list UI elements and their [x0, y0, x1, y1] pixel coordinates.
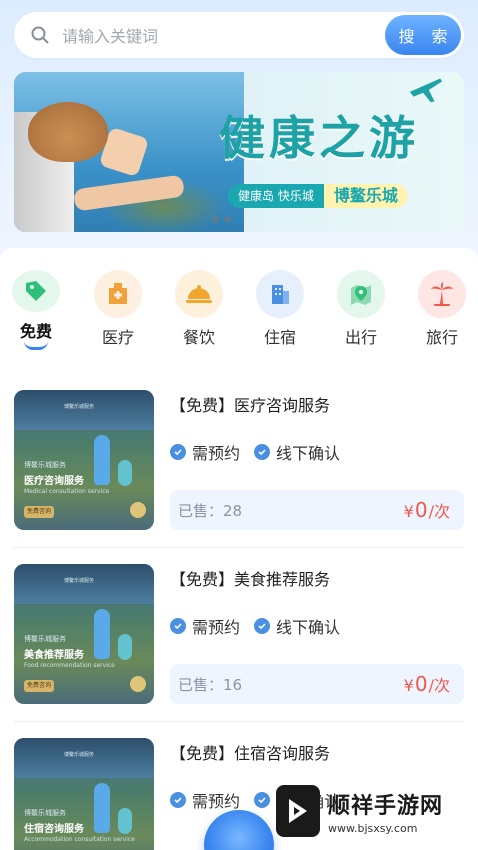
food-cloche-icon	[175, 270, 223, 318]
watermark: 顺祥手游网 www.bjsxsy.com	[276, 785, 443, 837]
sold-count: 已售：16	[178, 675, 243, 694]
banner-title: 健康之游	[219, 111, 419, 165]
tag-label: 线下确认	[276, 444, 341, 463]
service-name: 【免费】住宿咨询服务	[170, 744, 331, 763]
tag-appointment: 需预约	[170, 788, 240, 812]
category-medical[interactable]: 医疗	[83, 270, 153, 350]
tag-label: 线下确认	[276, 618, 341, 637]
divider	[14, 721, 464, 722]
tag-label: 需预约	[192, 792, 241, 811]
divider	[14, 547, 464, 548]
service-thumbnail: 博鳌乐城服务 博鳌乐城服务 美食推荐服务 Food recommendation…	[14, 564, 154, 704]
watermark-url: www.bjsxsy.com	[328, 821, 418, 835]
sale-bar: 已售：28 ¥0/次	[170, 490, 464, 530]
category-label: 餐饮	[182, 328, 215, 347]
category-dining[interactable]: 餐饮	[164, 270, 234, 350]
thumb-caption-en: Medical consultation service	[24, 488, 110, 495]
category-lodging[interactable]: 住宿	[245, 270, 315, 350]
tag-appointment: 需预约	[170, 440, 240, 464]
service-info: 【免费】美食推荐服务 需预约 线下确认 已售：16 ¥0/次	[170, 564, 464, 704]
check-icon	[170, 792, 186, 808]
search-button[interactable]: 搜 索	[385, 15, 461, 55]
category-label: 医疗	[101, 328, 134, 347]
thumb-caption-title: 医疗咨询服务	[24, 476, 84, 487]
banner-tagline: 健康岛 快乐城 博鳌乐城	[228, 184, 408, 208]
category-tourism[interactable]: 旅行	[407, 270, 477, 350]
banner-pagination[interactable]	[212, 216, 231, 223]
service-name: 【免费】医疗咨询服务	[170, 396, 331, 415]
promo-banner[interactable]: 健康之游 健康岛 快乐城 博鳌乐城	[14, 72, 464, 232]
banner-tag-left: 健康岛 快乐城	[228, 184, 324, 208]
check-icon	[254, 792, 271, 808]
tag-appointment: 需预约	[170, 614, 240, 638]
watermark-brand: 顺祥手游网	[328, 793, 444, 819]
tag-label: 需预约	[192, 444, 241, 463]
check-icon	[170, 618, 186, 634]
category-nav: 免费 医疗 餐饮 住宿 出行 旅行	[0, 270, 478, 350]
tag-offline: 线下确认	[254, 440, 340, 464]
price: ¥0/次	[403, 498, 450, 522]
check-icon	[254, 444, 271, 460]
thumb-heading: 博鳌乐城服务	[64, 404, 95, 410]
sale-bar: 已售：16 ¥0/次	[170, 664, 464, 704]
content-panel: 免费 医疗 餐饮 住宿 出行 旅行 博鳌乐城服务 博鳌乐城服务 医疗咨询服务 M…	[0, 248, 478, 850]
service-thumbnail: 博鳌乐城服务 博鳌乐城服务 医疗咨询服务 Medical consultatio…	[14, 390, 154, 530]
category-travel[interactable]: 出行	[326, 270, 396, 350]
category-label: 旅行	[425, 328, 458, 347]
airplane-icon	[409, 78, 443, 103]
thumb-caption-small: 博鳌乐城服务	[24, 809, 66, 817]
price: ¥0/次	[403, 672, 450, 696]
thumb-caption-en: Accommodation consultation service	[24, 836, 135, 843]
hospital-icon	[94, 270, 142, 318]
banner-dot[interactable]	[224, 216, 231, 223]
check-icon	[170, 444, 186, 460]
search-icon	[31, 26, 49, 44]
tag-icon	[12, 270, 60, 312]
service-name: 【免费】美食推荐服务	[170, 570, 331, 589]
thumb-caption-title: 住宿咨询服务	[24, 824, 84, 835]
service-info: 【免费】医疗咨询服务 需预约 线下确认 已售：28 ¥0/次	[170, 390, 464, 530]
sold-count: 已售：28	[178, 501, 243, 520]
thumb-heading: 博鳌乐城服务	[64, 752, 95, 758]
category-label: 出行	[344, 328, 377, 347]
category-label: 住宿	[263, 328, 296, 347]
thumb-chip: 免费咨询	[24, 506, 54, 518]
service-card[interactable]: 博鳌乐城服务 博鳌乐城服务 医疗咨询服务 Medical consultatio…	[14, 390, 464, 530]
thumb-chip: 免费咨询	[24, 680, 54, 692]
banner-hat	[28, 102, 108, 162]
thumb-caption-small: 博鳌乐城服务	[24, 635, 66, 643]
search-input[interactable]: 请输入关键词	[62, 23, 385, 47]
category-free[interactable]: 免费	[1, 270, 71, 350]
tag-label: 需预约	[192, 618, 241, 637]
thumb-caption-title: 美食推荐服务	[24, 650, 84, 661]
palm-tree-icon	[418, 270, 466, 318]
thumb-caption-small: 博鳌乐城服务	[24, 461, 66, 469]
check-icon	[254, 618, 271, 634]
thumb-heading: 博鳌乐城服务	[64, 578, 95, 584]
thumb-caption-en: Food recommendation service	[24, 662, 115, 669]
watermark-logo-icon	[276, 785, 320, 837]
tag-offline: 线下确认	[254, 614, 340, 638]
banner-tag-right: 博鳌乐城	[323, 184, 408, 208]
banner-dot[interactable]	[212, 216, 219, 223]
building-icon	[256, 270, 304, 318]
category-label: 免费	[19, 321, 52, 341]
search-bar[interactable]: 请输入关键词 搜 索	[14, 12, 464, 58]
service-card[interactable]: 博鳌乐城服务 博鳌乐城服务 美食推荐服务 Food recommendation…	[14, 564, 464, 704]
service-thumbnail: 博鳌乐城服务 博鳌乐城服务 住宿咨询服务 Accommodation consu…	[14, 738, 154, 850]
active-indicator	[24, 341, 48, 350]
map-pin-icon	[337, 270, 385, 318]
location-icon	[130, 502, 146, 518]
location-icon	[130, 676, 146, 692]
